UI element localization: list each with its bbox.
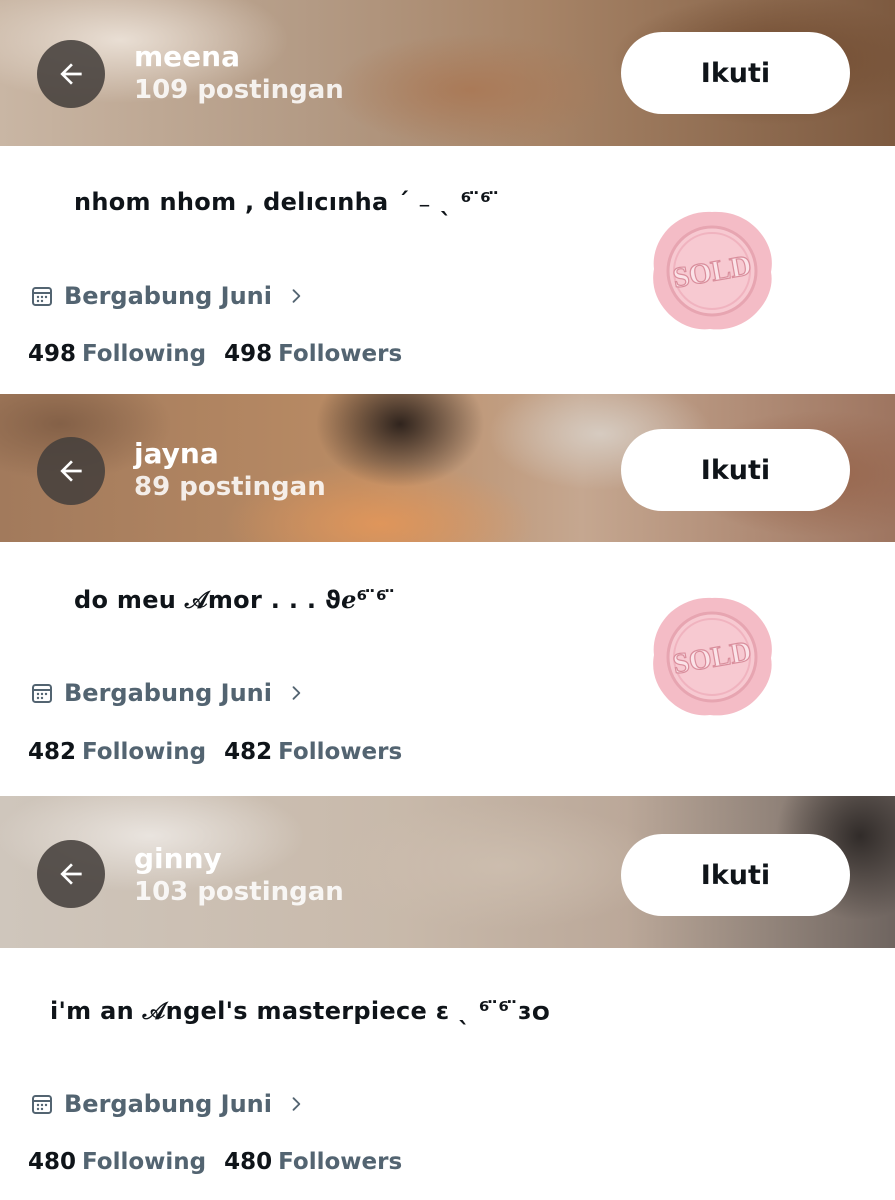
followers-label[interactable]: Followers — [278, 341, 402, 367]
joined-label: Bergabung Juni — [64, 679, 272, 707]
profile-name: meena — [134, 40, 240, 73]
profile-card-meena: meena 109 postingan Ikuti nhom nhom , de… — [0, 0, 895, 394]
post-count: 103 postingan — [134, 877, 344, 907]
chevron-right-icon — [292, 686, 301, 700]
chevron-right-icon — [292, 289, 301, 303]
arrow-left-icon — [60, 460, 82, 482]
profile-bio: i'm an 𝒜ngel's masterpiece ɛ ˎ ⁶ ̈⁶ ̈ɜ໐ — [50, 997, 551, 1025]
following-label[interactable]: Following — [82, 739, 206, 765]
calendar-icon — [32, 1095, 52, 1114]
following-count[interactable]: 482 — [28, 739, 76, 765]
profile-banner: meena 109 postingan Ikuti — [0, 0, 895, 146]
follow-stats: 498 Following 498 Followers — [28, 341, 420, 367]
sold-seal-sticker: SOLD — [653, 211, 772, 330]
sold-seal-sticker: SOLD — [653, 597, 772, 716]
back-button[interactable] — [37, 40, 105, 108]
joined-label: Bergabung Juni — [64, 282, 272, 310]
profile-banner: ginny 103 postingan Ikuti — [0, 796, 895, 948]
post-count: 109 postingan — [134, 75, 344, 105]
followers-count[interactable]: 482 — [224, 739, 272, 765]
followers-label[interactable]: Followers — [278, 1149, 402, 1175]
profile-bio: nhom nhom , delıcınha ˊ ₋ ˎ ⁶ ̈⁶ ̈ — [74, 188, 500, 216]
followers-count[interactable]: 498 — [224, 341, 272, 367]
profile-card-jayna: jayna 89 postingan Ikuti do meu 𝒜mor . .… — [0, 394, 895, 796]
profile-bio: do meu 𝒜mor . . . ϑℯ⁶ ̈⁶ ̈ — [74, 586, 396, 614]
follow-button[interactable]: Ikuti — [621, 32, 850, 114]
follow-button[interactable]: Ikuti — [621, 429, 850, 511]
following-count[interactable]: 480 — [28, 1149, 76, 1175]
follow-stats: 480 Following 480 Followers — [28, 1149, 420, 1175]
following-count[interactable]: 498 — [28, 341, 76, 367]
joined-date-link[interactable]: Bergabung Juni — [30, 679, 306, 707]
following-label[interactable]: Following — [82, 341, 206, 367]
back-button[interactable] — [37, 437, 105, 505]
joined-date-link[interactable]: Bergabung Juni — [30, 282, 306, 310]
arrow-left-icon — [60, 863, 82, 885]
chevron-right-icon — [292, 1097, 301, 1111]
joined-date-link[interactable]: Bergabung Juni — [30, 1090, 306, 1118]
back-button[interactable] — [37, 840, 105, 908]
calendar-icon — [32, 287, 52, 306]
profile-name: ginny — [134, 842, 222, 875]
following-label[interactable]: Following — [82, 1149, 206, 1175]
calendar-icon — [32, 684, 52, 703]
profile-banner: jayna 89 postingan Ikuti — [0, 394, 895, 542]
post-count: 89 postingan — [134, 472, 326, 502]
profile-name: jayna — [134, 437, 219, 470]
followers-count[interactable]: 480 — [224, 1149, 272, 1175]
follow-stats: 482 Following 482 Followers — [28, 739, 420, 765]
profile-card-ginny: ginny 103 postingan Ikuti i'm an 𝒜ngel's… — [0, 796, 895, 1200]
followers-label[interactable]: Followers — [278, 739, 402, 765]
arrow-left-icon — [60, 63, 82, 85]
follow-button[interactable]: Ikuti — [621, 834, 850, 916]
joined-label: Bergabung Juni — [64, 1090, 272, 1118]
